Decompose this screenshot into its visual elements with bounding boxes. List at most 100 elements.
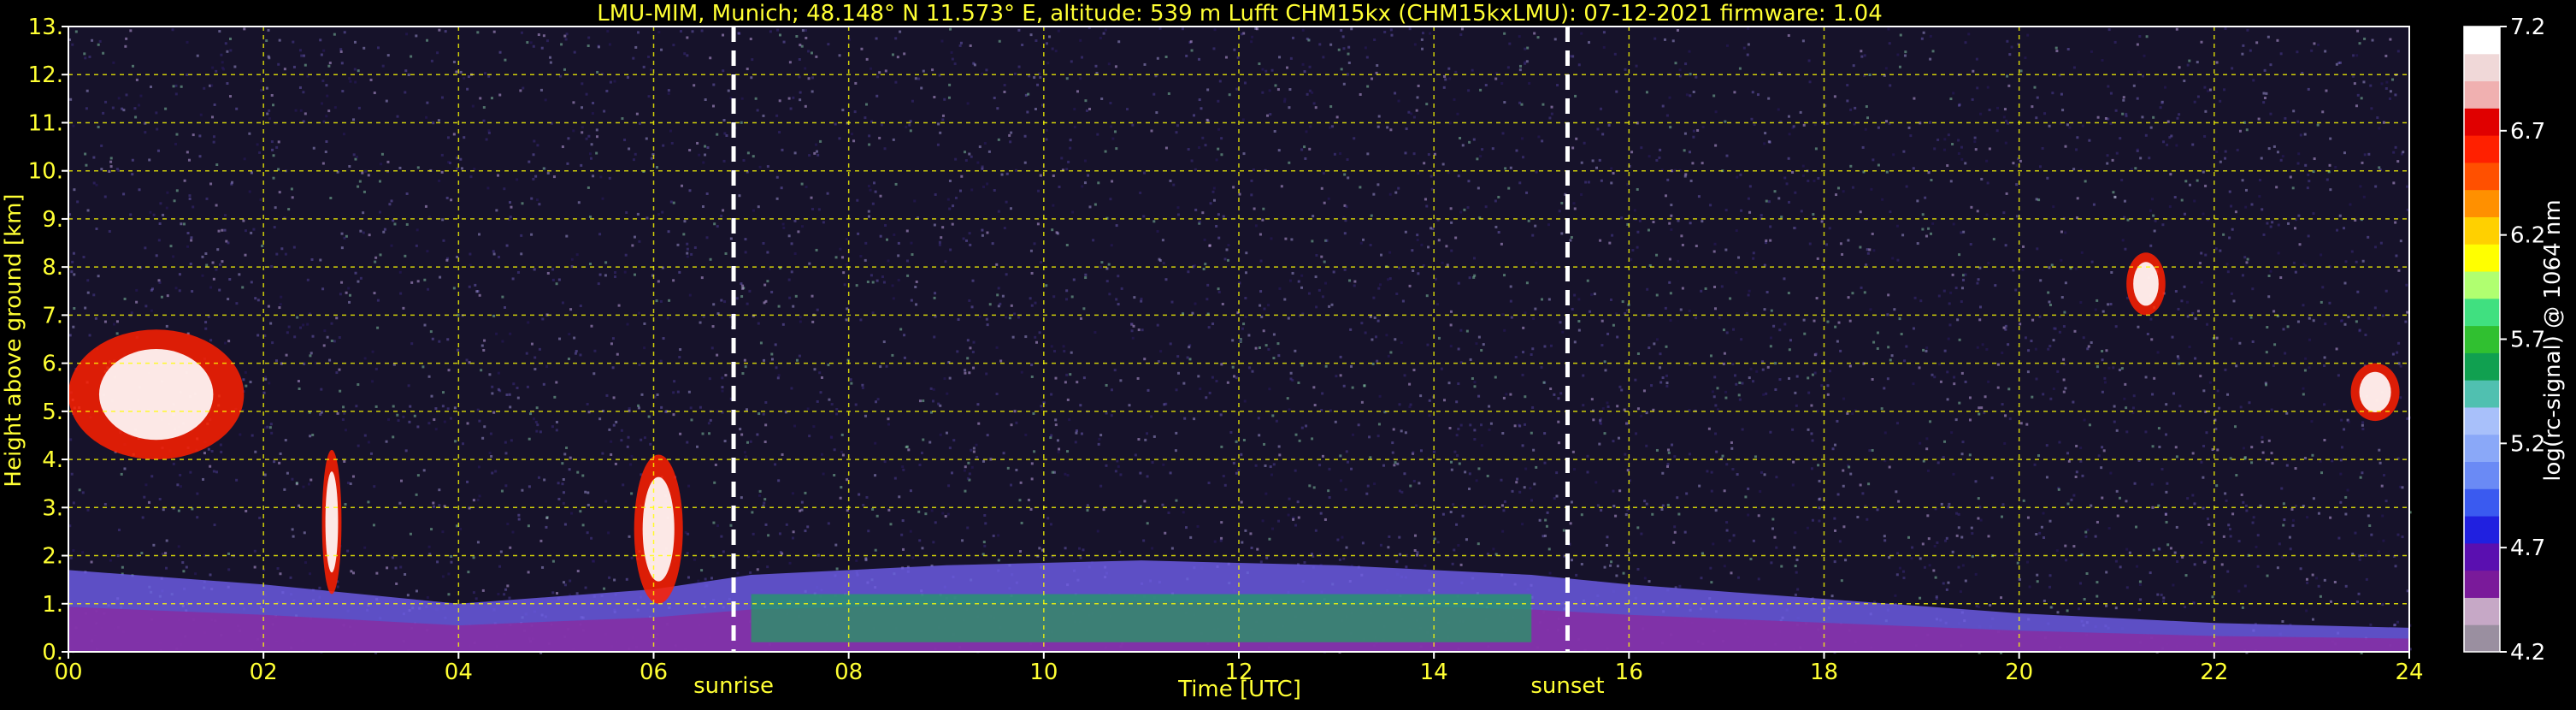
noise-speckle — [2151, 393, 2155, 396]
noise-speckle — [1842, 484, 1845, 488]
noise-speckle — [1193, 114, 1196, 117]
noise-speckle — [2084, 180, 2087, 183]
noise-speckle — [1409, 403, 1412, 406]
noise-speckle — [1518, 424, 1522, 428]
noise-speckle — [1983, 411, 1986, 415]
noise-speckle — [2384, 54, 2388, 57]
noise-speckle — [162, 508, 165, 512]
noise-speckle — [735, 297, 739, 300]
noise-speckle — [1934, 576, 1937, 579]
noise-speckle — [967, 461, 970, 464]
noise-speckle — [948, 447, 952, 450]
noise-speckle — [2160, 593, 2163, 596]
noise-speckle — [2352, 74, 2355, 78]
noise-speckle — [1258, 62, 1261, 66]
noise-speckle — [1267, 304, 1270, 307]
noise-speckle — [606, 29, 610, 33]
noise-speckle — [820, 376, 823, 379]
noise-speckle — [489, 432, 492, 435]
noise-speckle — [1689, 73, 1692, 76]
noise-speckle — [1775, 476, 1778, 479]
noise-speckle — [2035, 533, 2038, 536]
noise-speckle — [686, 247, 689, 251]
noise-speckle — [751, 58, 754, 62]
noise-speckle — [508, 393, 511, 396]
noise-speckle — [1129, 76, 1132, 80]
noise-speckle — [156, 149, 160, 152]
noise-speckle — [956, 350, 959, 353]
noise-speckle — [174, 287, 178, 290]
noise-speckle — [1952, 472, 1955, 476]
noise-speckle — [1365, 56, 1369, 59]
noise-speckle — [1370, 214, 1373, 217]
noise-speckle — [672, 279, 675, 282]
noise-speckle — [220, 450, 223, 453]
noise-speckle — [2347, 316, 2350, 319]
noise-speckle — [84, 306, 87, 310]
noise-speckle — [363, 357, 367, 360]
noise-speckle — [1029, 507, 1033, 511]
noise-speckle — [1212, 198, 1216, 202]
noise-speckle — [1655, 293, 1659, 297]
noise-speckle — [907, 448, 911, 452]
noise-speckle — [686, 441, 689, 444]
noise-speckle — [2359, 185, 2362, 188]
noise-speckle — [667, 92, 670, 95]
noise-speckle — [1818, 506, 1821, 510]
noise-speckle — [1188, 358, 1192, 361]
noise-speckle — [813, 151, 816, 155]
noise-speckle — [321, 80, 325, 83]
noise-speckle — [587, 503, 590, 506]
noise-speckle — [1452, 503, 1455, 506]
noise-speckle — [2218, 406, 2221, 410]
noise-speckle — [1986, 181, 1989, 185]
noise-speckle — [1301, 62, 1305, 66]
noise-speckle — [1606, 405, 1610, 408]
noise-speckle — [2205, 431, 2208, 435]
noise-speckle — [938, 240, 941, 244]
noise-speckle — [350, 570, 353, 573]
noise-speckle — [1977, 497, 1980, 500]
noise-speckle — [2347, 420, 2350, 423]
noise-speckle — [1435, 303, 1439, 306]
noise-speckle — [1842, 469, 1845, 472]
noise-speckle — [1366, 484, 1370, 488]
noise-speckle — [1677, 259, 1680, 263]
noise-speckle — [1139, 471, 1142, 475]
noise-speckle — [608, 43, 611, 46]
noise-speckle — [1995, 129, 1999, 133]
noise-speckle — [1085, 109, 1088, 112]
noise-speckle — [2267, 147, 2271, 151]
noise-speckle — [1341, 35, 1345, 38]
noise-speckle — [1332, 270, 1335, 274]
noise-speckle — [2203, 86, 2207, 89]
noise-speckle — [86, 508, 90, 512]
noise-speckle — [2312, 212, 2315, 216]
noise-speckle — [672, 413, 675, 417]
noise-speckle — [1615, 574, 1618, 577]
noise-speckle — [430, 528, 433, 531]
noise-speckle — [2146, 333, 2149, 336]
noise-speckle — [2228, 236, 2231, 240]
noise-speckle — [857, 232, 860, 235]
noise-speckle — [2392, 151, 2396, 154]
noise-speckle — [280, 295, 283, 299]
noise-speckle — [1449, 511, 1453, 514]
noise-speckle — [584, 490, 587, 494]
noise-speckle — [1601, 407, 1605, 411]
noise-speckle — [85, 89, 89, 92]
noise-speckle — [226, 82, 229, 86]
noise-speckle — [614, 271, 617, 275]
noise-speckle — [709, 56, 712, 60]
noise-speckle — [1530, 431, 1533, 435]
noise-speckle — [1330, 303, 1334, 306]
noise-speckle — [763, 498, 767, 501]
noise-speckle — [2329, 188, 2332, 192]
noise-speckle — [1005, 172, 1009, 175]
noise-speckle — [2045, 444, 2048, 447]
noise-speckle — [1807, 179, 1810, 182]
noise-speckle — [466, 480, 469, 483]
noise-speckle — [655, 299, 658, 303]
noise-speckle — [2352, 54, 2355, 57]
noise-speckle — [1212, 47, 1216, 50]
